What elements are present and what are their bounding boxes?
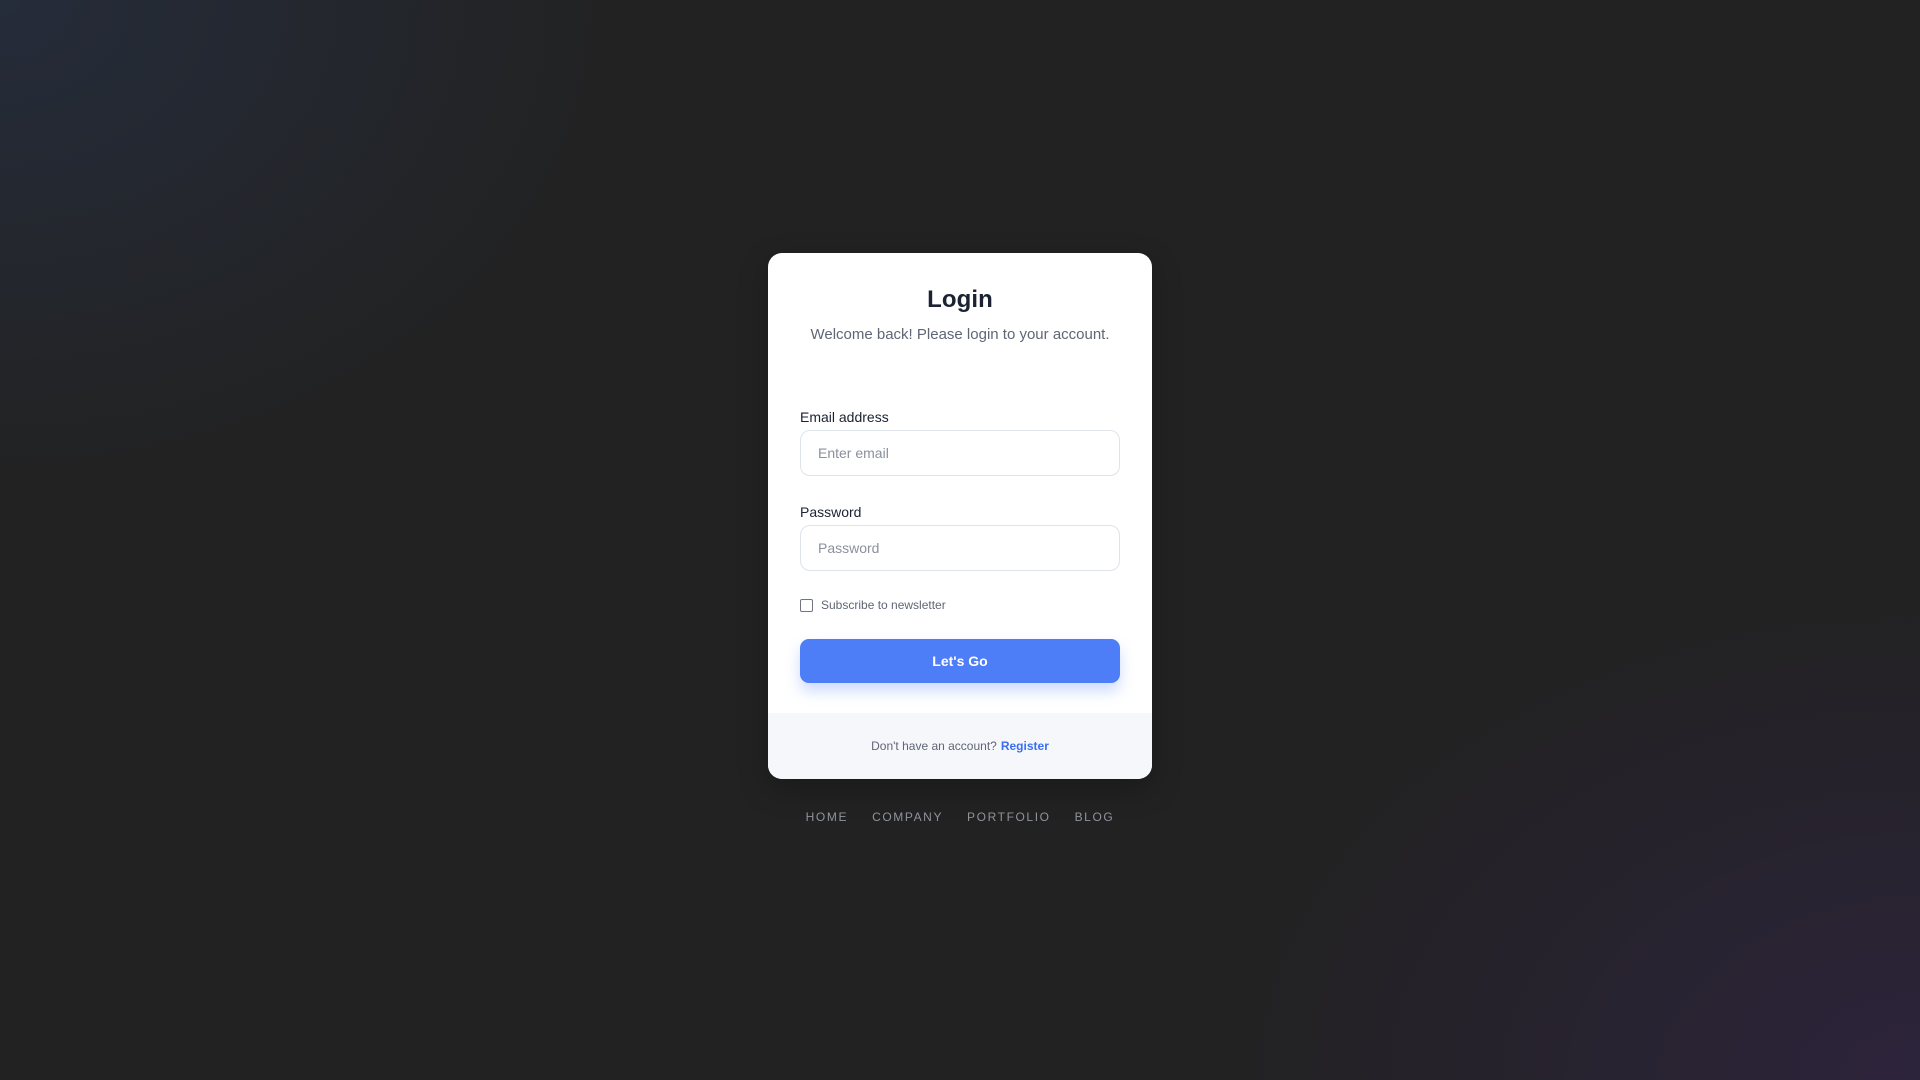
newsletter-checkbox[interactable] — [800, 598, 813, 612]
newsletter-row: Subscribe to newsletter — [800, 597, 1120, 613]
email-input[interactable] — [800, 430, 1120, 476]
card-footer: Don't have an account? Register — [768, 713, 1152, 779]
page-background: Login Welcome back! Please login to your… — [0, 0, 1920, 1080]
nav-item-blog[interactable]: BLOG — [1075, 810, 1115, 824]
register-prompt: Don't have an account? — [871, 739, 997, 753]
footer-nav: HOME COMPANY PORTFOLIO BLOG — [768, 810, 1152, 824]
page-title: Login — [927, 286, 993, 313]
login-card-body: Login Welcome back! Please login to your… — [768, 253, 1152, 683]
submit-button[interactable]: Let's Go — [800, 639, 1120, 683]
password-label: Password — [800, 504, 862, 520]
nav-item-home[interactable]: HOME — [806, 810, 848, 824]
login-form: Email address Password Subscribe to news… — [800, 409, 1120, 683]
page-subtitle: Welcome back! Please login to your accou… — [810, 326, 1110, 343]
email-label: Email address — [800, 409, 889, 425]
password-field-group: Password — [800, 504, 1120, 571]
newsletter-label[interactable]: Subscribe to newsletter — [821, 598, 946, 612]
nav-item-company[interactable]: COMPANY — [872, 810, 943, 824]
email-field-group: Email address — [800, 409, 1120, 476]
register-link[interactable]: Register — [1001, 739, 1049, 753]
login-card: Login Welcome back! Please login to your… — [768, 253, 1152, 779]
nav-item-portfolio[interactable]: PORTFOLIO — [967, 810, 1051, 824]
password-input[interactable] — [800, 525, 1120, 571]
